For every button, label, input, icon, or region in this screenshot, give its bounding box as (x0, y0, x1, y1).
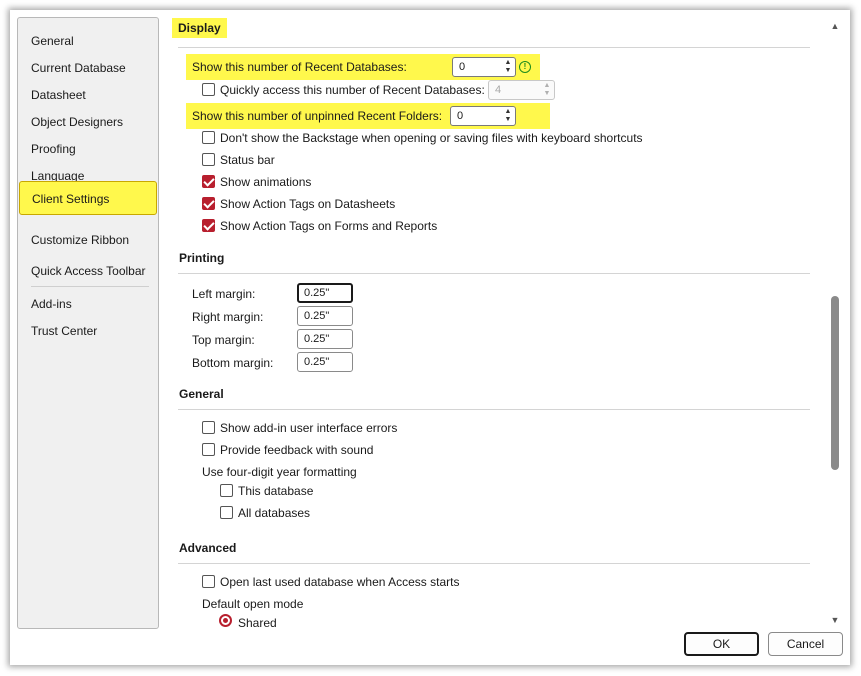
default-open-mode-label: Default open mode (202, 597, 304, 611)
cancel-button[interactable]: Cancel (768, 632, 843, 656)
action-tags-forms-label: Show Action Tags on Forms and Reports (220, 219, 438, 233)
feedback-sound-label: Provide feedback with sound (220, 443, 374, 457)
sidebar-item-object-designers[interactable]: Object Designers (31, 113, 123, 131)
shared-radio[interactable] (219, 614, 232, 627)
spinner-arrows-icon[interactable]: ▲ ▼ (503, 108, 513, 124)
addin-errors-label: Show add-in user interface errors (220, 421, 398, 435)
printing-section-title: Printing (179, 251, 225, 265)
recent-databases-label: Show this number of Recent Databases: (192, 60, 407, 74)
top-margin-label: Top margin: (192, 333, 255, 347)
scroll-down-arrow-icon[interactable]: ▼ (828, 614, 842, 626)
sidebar-item-client-settings[interactable]: Client Settings (19, 181, 157, 215)
year-format-label: Use four-digit year formatting (202, 465, 357, 479)
status-bar-checkbox[interactable] (202, 153, 215, 166)
recent-folders-spinner[interactable]: 0 ▲ ▼ (450, 106, 516, 126)
recent-folders-label: Show this number of unpinned Recent Fold… (192, 109, 443, 123)
sidebar-item-current-database[interactable]: Current Database (31, 59, 126, 77)
right-margin-input[interactable]: 0.25" (297, 306, 353, 326)
feedback-sound-checkbox[interactable] (202, 443, 215, 456)
sidebar-item-add-ins[interactable]: Add-ins (31, 295, 72, 313)
options-sidebar: General Current Database Datasheet Objec… (17, 17, 159, 629)
top-margin-input[interactable]: 0.25" (297, 329, 353, 349)
recent-folders-value: 0 (457, 110, 464, 122)
advanced-section-title: Advanced (179, 541, 237, 555)
left-margin-label: Left margin: (192, 287, 256, 301)
quick-access-checkbox[interactable] (202, 83, 215, 96)
spinner-arrows-icon[interactable]: ▲ ▼ (503, 59, 513, 75)
bottom-margin-input[interactable]: 0.25" (297, 352, 353, 372)
right-margin-label: Right margin: (192, 310, 264, 324)
general-divider (178, 409, 810, 410)
printing-divider (178, 273, 810, 274)
left-margin-input[interactable]: 0.25" (297, 283, 353, 303)
sidebar-item-proofing[interactable]: Proofing (31, 140, 76, 158)
bottom-margin-label: Bottom margin: (192, 356, 274, 370)
quick-access-label: Quickly access this number of Recent Dat… (220, 83, 485, 97)
backstage-checkbox[interactable] (202, 131, 215, 144)
spinner-arrows-icon[interactable]: ▲ ▼ (542, 82, 552, 98)
all-databases-label: All databases (238, 506, 311, 520)
general-section-title: General (179, 387, 224, 401)
backstage-label: Don't show the Backstage when opening or… (220, 131, 643, 145)
sidebar-item-quick-access-toolbar[interactable]: Quick Access Toolbar (31, 262, 146, 280)
status-bar-label: Status bar (220, 153, 275, 167)
advanced-divider (178, 563, 810, 564)
info-icon[interactable]: ! (519, 61, 531, 73)
display-divider (178, 47, 810, 48)
scroll-thumb[interactable] (831, 296, 839, 470)
open-last-checkbox[interactable] (202, 575, 215, 588)
this-database-checkbox[interactable] (220, 484, 233, 497)
vertical-scrollbar[interactable]: ▲ ▼ (828, 20, 842, 628)
all-databases-checkbox[interactable] (220, 506, 233, 519)
sidebar-item-datasheet[interactable]: Datasheet (31, 86, 86, 104)
addin-errors-checkbox[interactable] (202, 421, 215, 434)
quick-access-spinner[interactable]: 4 ▲ ▼ (488, 80, 555, 100)
sidebar-item-trust-center[interactable]: Trust Center (31, 322, 97, 340)
scroll-up-arrow-icon[interactable]: ▲ (828, 20, 842, 32)
animations-checkbox[interactable] (202, 175, 215, 188)
action-tags-datasheets-checkbox[interactable] (202, 197, 215, 210)
ok-button[interactable]: OK (684, 632, 759, 656)
sidebar-divider (31, 286, 149, 287)
recent-databases-value: 0 (459, 61, 466, 73)
recent-databases-spinner[interactable]: 0 ▲ ▼ (452, 57, 516, 77)
action-tags-forms-checkbox[interactable] (202, 219, 215, 232)
display-section-title: Display (172, 18, 227, 38)
open-last-label: Open last used database when Access star… (220, 575, 460, 589)
sidebar-item-general[interactable]: General (31, 32, 74, 50)
action-tags-datasheets-label: Show Action Tags on Datasheets (220, 197, 396, 211)
quick-access-value: 4 (495, 84, 502, 96)
shared-label: Shared (238, 616, 277, 630)
settings-content: Display Show this number of Recent Datab… (170, 10, 830, 630)
sidebar-item-customize-ribbon[interactable]: Customize Ribbon (31, 231, 129, 249)
options-dialog: General Current Database Datasheet Objec… (10, 10, 850, 665)
this-database-label: This database (238, 484, 314, 498)
animations-label: Show animations (220, 175, 312, 189)
